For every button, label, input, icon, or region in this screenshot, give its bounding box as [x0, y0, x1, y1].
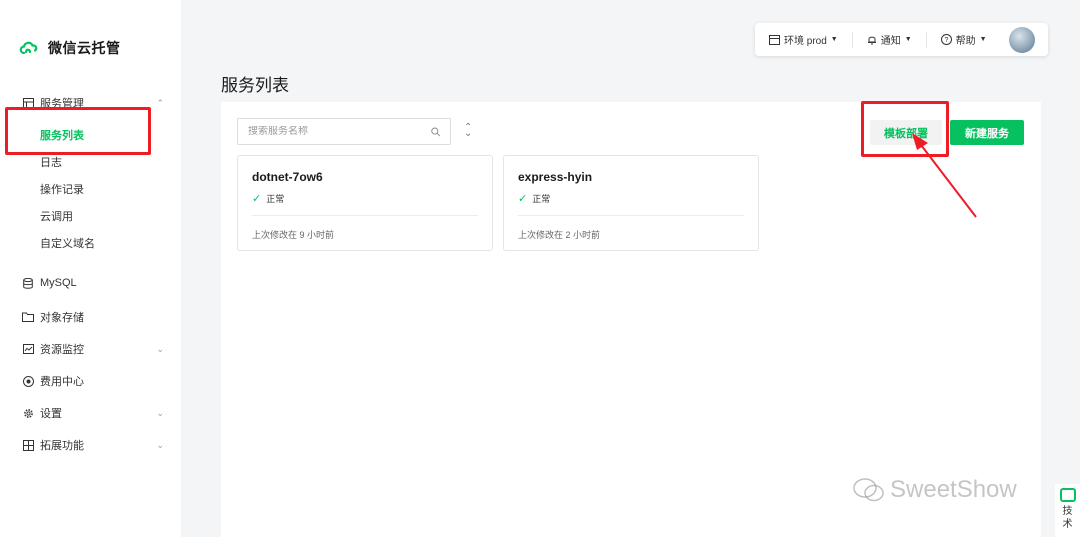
sidebar-item-label: 拓展功能 — [40, 440, 84, 452]
last-modified: 上次修改在 2 小时前 — [518, 230, 601, 240]
notify-label: 通知 — [880, 36, 901, 47]
sidebar-item-logs[interactable]: 日志 — [40, 154, 62, 170]
side-tool-char: 术 — [1062, 519, 1073, 530]
help-circle-icon: ? — [940, 34, 952, 45]
caret-down-icon: ▼ — [904, 36, 912, 43]
sidebar: 微信云托管 服务管理 ⌃ 服务列表 日志 操作记录 云调用 自定义域名 MySQ… — [0, 0, 181, 537]
sidebar-item-object-storage[interactable]: 对象存储 — [22, 309, 164, 325]
card-divider — [518, 215, 744, 216]
user-avatar[interactable] — [1008, 26, 1035, 53]
sidebar-item-custom-domain[interactable]: 自定义域名 — [40, 235, 95, 251]
chevron-down-icon: ⌄ — [156, 439, 164, 450]
sidebar-item-cloud-call[interactable]: 云调用 — [40, 208, 73, 224]
notifications-menu[interactable]: 通知 ▼ — [851, 31, 926, 48]
help-label: 帮助 — [955, 36, 976, 47]
card-divider — [252, 215, 478, 216]
watermark-text: SweetShow — [890, 476, 1017, 503]
status-text: 正常 — [266, 194, 285, 204]
sidebar-item-label: 资源监控 — [40, 344, 84, 356]
nav-group-service-management[interactable]: 服务管理 ⌃ — [22, 95, 164, 111]
check-icon: ✓ — [518, 193, 528, 205]
service-card[interactable]: express-hyin ✓ 正常 上次修改在 2 小时前 — [503, 155, 759, 251]
database-icon — [22, 277, 34, 289]
gear-icon — [22, 407, 34, 419]
sidebar-item-operation-records[interactable]: 操作记录 — [40, 181, 84, 197]
sort-icon[interactable]: ⌃ ⌄ — [464, 123, 472, 139]
chevron-up-icon: ⌃ — [156, 97, 164, 108]
caret-down-icon: ▼ — [830, 36, 838, 43]
page-title: 服务列表 — [221, 76, 289, 95]
app-logo[interactable]: 微信云托管 — [18, 38, 121, 58]
search-input[interactable] — [248, 126, 431, 137]
sidebar-item-label: 费用中心 — [40, 376, 84, 388]
chevron-down-icon: ⌄ — [156, 407, 164, 418]
check-icon: ✓ — [252, 193, 262, 205]
search-box — [237, 118, 451, 145]
cloud-logo-icon — [19, 41, 38, 55]
sidebar-item-label: 对象存储 — [40, 312, 84, 324]
wechat-logo-icon — [853, 478, 884, 502]
watermark: SweetShow — [852, 476, 1017, 504]
annotation-arrow-icon — [912, 133, 977, 218]
help-menu[interactable]: ? 帮助 ▼ — [925, 31, 1001, 48]
nav-group-label: 服务管理 — [40, 98, 84, 110]
bell-icon — [867, 36, 876, 45]
sidebar-item-settings[interactable]: 设置 ⌄ — [22, 405, 164, 421]
env-selector[interactable]: 环境 prod ▼ — [755, 32, 852, 48]
service-status: ✓ 正常 — [518, 192, 550, 205]
sidebar-item-label: 设置 — [40, 408, 62, 420]
app-title: 微信云托管 — [48, 40, 121, 56]
svg-text:?: ? — [944, 37, 948, 44]
service-card[interactable]: dotnet-7ow6 ✓ 正常 上次修改在 9 小时前 — [237, 155, 493, 251]
service-status: ✓ 正常 — [252, 192, 284, 205]
last-modified: 上次修改在 9 小时前 — [252, 230, 335, 240]
sidebar-item-mysql[interactable]: MySQL — [22, 277, 164, 289]
sidebar-item-extensions[interactable]: 拓展功能 ⌄ — [22, 437, 164, 453]
sidebar-item-resource-monitor[interactable]: 资源监控 ⌄ — [22, 341, 164, 357]
service-list-icon — [22, 97, 34, 109]
caret-down-icon: ▼ — [979, 36, 987, 43]
side-tool-char: 技 — [1062, 506, 1073, 517]
service-name: dotnet-7ow6 — [252, 170, 323, 184]
sidebar-item-billing-center[interactable]: 费用中心 — [22, 373, 164, 389]
floating-support-widget[interactable]: 技 术 — [1055, 484, 1080, 537]
status-text: 正常 — [532, 194, 551, 204]
service-name: express-hyin — [518, 170, 593, 184]
monitor-chart-icon — [22, 343, 34, 355]
billing-icon — [22, 375, 34, 387]
top-toolbar: 环境 prod ▼ 通知 ▼ ? 帮助 ▼ — [755, 23, 1048, 56]
folder-icon — [22, 311, 34, 323]
chevron-down-icon: ⌄ — [156, 343, 164, 354]
environment-icon — [769, 34, 780, 45]
env-label: 环境 prod — [784, 36, 827, 47]
chat-bubble-icon — [1059, 488, 1076, 502]
sidebar-item-label: MySQL — [40, 277, 77, 289]
grid-icon — [22, 439, 34, 451]
search-icon[interactable] — [430, 127, 441, 137]
sidebar-item-service-list[interactable]: 服务列表 — [40, 127, 84, 143]
